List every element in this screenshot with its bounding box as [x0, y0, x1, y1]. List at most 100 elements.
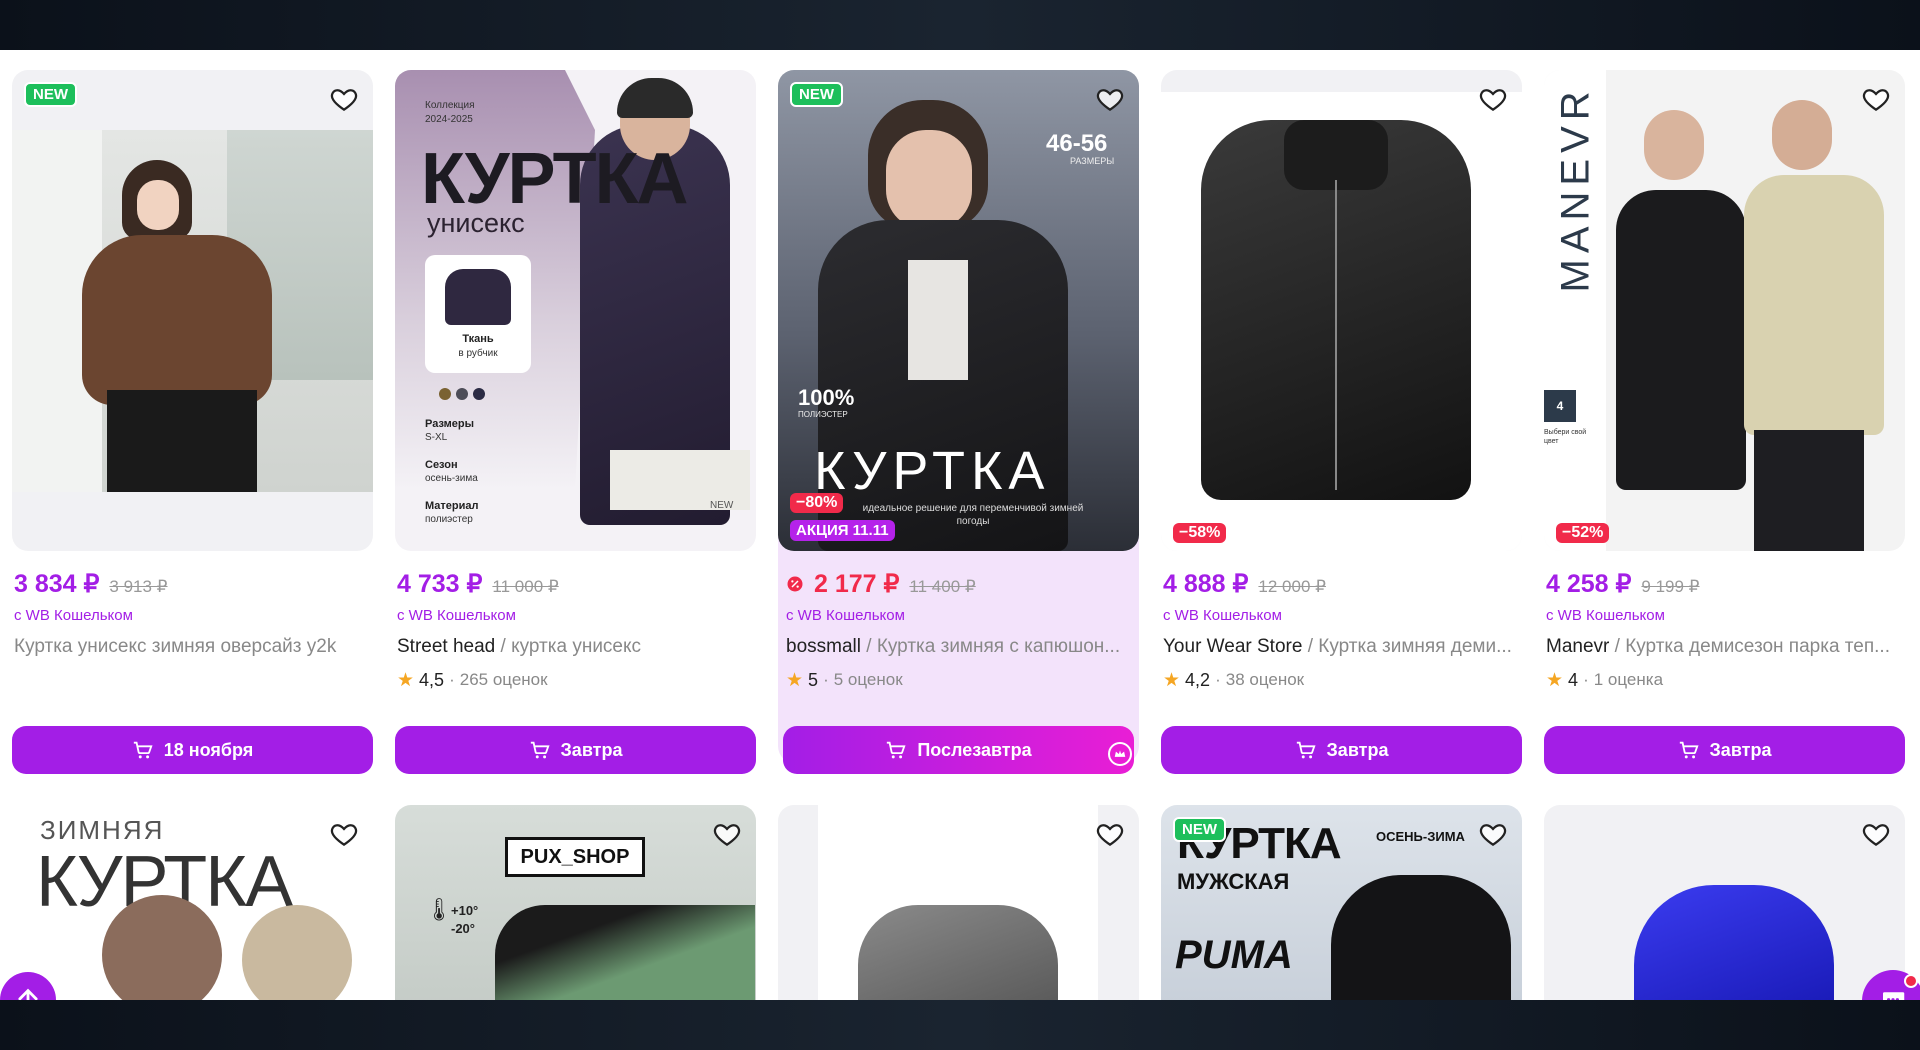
rating-sep: ·: [1583, 670, 1589, 689]
product-photo-8[interactable]: [778, 805, 1139, 1000]
add-to-cart-button[interactable]: 18 ноября: [12, 726, 373, 774]
brand-name: Your Wear Store: [1163, 636, 1303, 657]
add-to-cart-button[interactable]: Послезавтра: [783, 726, 1134, 774]
season-value: осень-зима: [425, 473, 478, 484]
promo-badge: АКЦИЯ 11.11: [790, 520, 895, 541]
product-card-9[interactable]: КУРТКА ОСЕНЬ-ЗИМА МУЖСКАЯ PUMA NEW: [1161, 805, 1522, 1000]
add-to-cart-button[interactable]: Завтра: [395, 726, 756, 774]
product-card-6[interactable]: ЗИМНЯЯ КУРТКА: [12, 805, 373, 1000]
rating[interactable]: ★ 4,5 · 265 оценок: [395, 668, 756, 692]
photo-jacket: [495, 905, 755, 1000]
review-count: 38 оценок: [1225, 670, 1305, 689]
favorite-button[interactable]: [327, 817, 361, 851]
photo-sizes: 46-56: [1046, 130, 1108, 157]
photo-face-1: [1644, 110, 1704, 180]
heart-icon: [1479, 824, 1507, 846]
product-card-10[interactable]: [1544, 805, 1905, 1000]
notification-dot: [1904, 974, 1918, 988]
favorite-button[interactable]: [1476, 817, 1510, 851]
review-count: 265 оценок: [459, 670, 548, 689]
product-photo-5[interactable]: MANEVR 4 Выбери свой цвет −52%: [1544, 70, 1905, 551]
product-card-5[interactable]: MANEVR 4 Выбери свой цвет −52% 4 258 ₽ 9…: [1544, 70, 1905, 774]
photo-jacket: [1331, 875, 1511, 1000]
product-title[interactable]: Your Wear Store / Куртка зимняя деми...: [1161, 636, 1522, 658]
rating-value: 4: [1568, 669, 1579, 690]
product-photo-6[interactable]: ЗИМНЯЯ КУРТКА: [12, 805, 373, 1000]
product-title[interactable]: Куртка унисекс зимняя оверсайз y2k: [12, 636, 373, 658]
photo-shirt: [908, 260, 968, 380]
favorite-button[interactable]: [1476, 82, 1510, 116]
price: 4 733 ₽: [397, 570, 483, 598]
brand-name: bossmall: [786, 636, 861, 657]
rating-sep: ·: [449, 670, 455, 689]
favorite-button[interactable]: [1859, 817, 1893, 851]
delivery-date: Послезавтра: [917, 739, 1032, 760]
rating[interactable]: ★ 4,2 · 38 оценок: [1161, 668, 1522, 692]
new-badge: NEW: [24, 82, 77, 107]
photo-jacket-1: [1616, 190, 1746, 490]
product-card-1[interactable]: NEW 3 834 ₽ 3 913 ₽ с WB Кошельком Куртк…: [12, 70, 373, 774]
delivery-date: 18 ноября: [163, 739, 254, 760]
fabric-sub: в рубчик: [458, 348, 498, 359]
cart-icon: [1296, 741, 1316, 759]
old-price: 9 199 ₽: [1641, 577, 1700, 596]
season-years: 2024-2025: [425, 114, 473, 125]
photo-season: ОСЕНЬ-ЗИМА: [1376, 829, 1465, 844]
product-photo-7[interactable]: PUX_SHOP 🌡 +10° -20°: [395, 805, 756, 1000]
old-price: 3 913 ₽: [109, 577, 168, 596]
photo-headline: КУРТКА: [814, 441, 1051, 501]
product-card-8[interactable]: [778, 805, 1139, 1000]
product-photo-4[interactable]: −58%: [1161, 70, 1522, 551]
product-photo-1[interactable]: NEW: [12, 70, 373, 551]
product-card-3[interactable]: 46-56 РАЗМЕРЫ 100% ПОЛИЭСТЕР КУРТКА идеа…: [778, 70, 1139, 774]
product-title[interactable]: Manevr / Куртка демисезон парка теп...: [1544, 636, 1905, 658]
star-icon: ★: [786, 669, 804, 691]
favorite-button[interactable]: [710, 817, 744, 851]
favorite-button[interactable]: [1093, 817, 1127, 851]
sizes-label: Размеры: [425, 418, 475, 430]
catalog-grid: NEW 3 834 ₽ 3 913 ₽ с WB Кошельком Куртк…: [0, 50, 1920, 1000]
chat-icon: [1883, 992, 1905, 1000]
photo-subheadline: унисекс: [427, 208, 525, 238]
rating[interactable]: ★ 5 · 5 оценок: [778, 668, 1139, 692]
add-to-cart-button[interactable]: Завтра: [1544, 726, 1905, 774]
product-name: / куртка унисекс: [495, 636, 642, 657]
favorite-button[interactable]: [1093, 82, 1127, 116]
photo-beanie: [617, 78, 693, 118]
material-label: Материал: [425, 500, 479, 512]
product-photo-10[interactable]: [1544, 805, 1905, 1000]
photo-logo: PUMA: [1175, 933, 1293, 977]
heart-icon: [330, 824, 358, 846]
photo-face: [886, 130, 972, 230]
wallet-note: с WB Кошельком: [1546, 607, 1665, 624]
rating[interactable]: ★ 4 · 1 оценка: [1544, 668, 1905, 692]
product-title[interactable]: Street head / куртка унисекс: [395, 636, 756, 658]
product-title[interactable]: bossmall / Куртка зимняя с капюшон...: [778, 636, 1139, 658]
delivery-date: Завтра: [560, 739, 623, 760]
product-photo-9[interactable]: КУРТКА ОСЕНЬ-ЗИМА МУЖСКАЯ PUMA NEW: [1161, 805, 1522, 1000]
photo-pants: [1754, 430, 1864, 551]
add-to-cart-button[interactable]: Завтра: [1161, 726, 1522, 774]
favorite-button[interactable]: [1859, 82, 1893, 116]
cart-icon: [1679, 741, 1699, 759]
review-count: 1 оценка: [1593, 670, 1664, 689]
brand-name: Street head: [397, 636, 496, 657]
product-card-2[interactable]: Коллекция 2024-2025 КУРТКА унисекс Ткань…: [395, 70, 756, 774]
sizes-value: S-XL: [425, 432, 448, 443]
wallet-note: с WB Кошельком: [397, 607, 516, 624]
favorite-button[interactable]: [327, 82, 361, 116]
photo-jacket: [1634, 885, 1834, 1000]
product-card-7[interactable]: PUX_SHOP 🌡 +10° -20°: [395, 805, 756, 1000]
season-label: Сезон: [425, 459, 458, 471]
price: 4 258 ₽: [1546, 570, 1632, 598]
wallet-note: с WB Кошельком: [1163, 607, 1282, 624]
product-photo-2[interactable]: Коллекция 2024-2025 КУРТКА унисекс Ткань…: [395, 70, 756, 551]
product-card-4[interactable]: −58% 4 888 ₽ 12 000 ₽ с WB Кошельком You…: [1161, 70, 1522, 774]
wallet-note: с WB Кошельком: [786, 607, 905, 624]
delivery-date: Завтра: [1326, 739, 1389, 760]
product-photo-3[interactable]: 46-56 РАЗМЕРЫ 100% ПОЛИЭСТЕР КУРТКА идеа…: [778, 70, 1139, 551]
material-value: полиэстер: [425, 514, 473, 525]
photo-pants: [107, 390, 257, 492]
rating-sep: ·: [823, 670, 829, 689]
cart-icon: [133, 741, 153, 759]
